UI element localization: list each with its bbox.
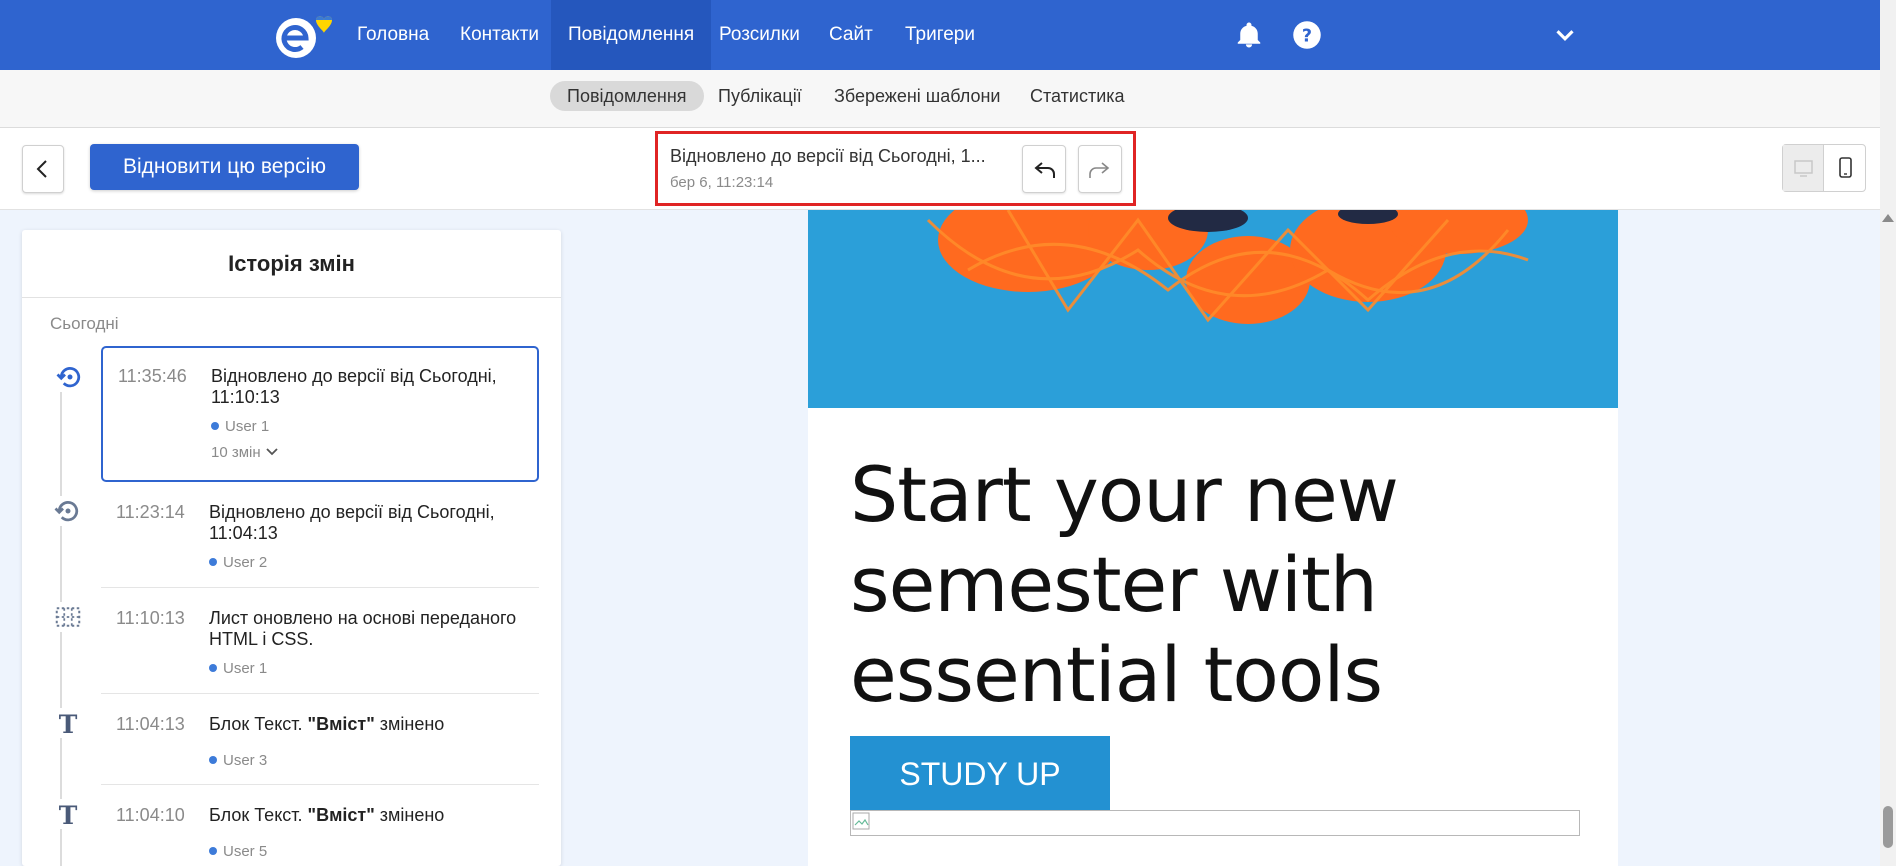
nav-item-contacts[interactable]: Контакти <box>443 0 556 70</box>
undo-button[interactable] <box>1022 145 1066 193</box>
history-entry[interactable]: 11:35:46 Відновлено до версії від Сьогод… <box>55 346 539 482</box>
svg-text:T: T <box>59 710 78 738</box>
history-group-label: Сьогодні <box>50 314 119 333</box>
history-entry-time: 11:04:13 <box>116 714 185 734</box>
history-entry-text: Відновлено до версії від Сьогодні, 11:10… <box>211 366 497 407</box>
changes-toggle[interactable]: 10 змін <box>211 444 279 461</box>
mobile-view-icon[interactable] <box>1825 145 1866 191</box>
history-entry[interactable]: T 11:04:10 Блок Текст. "Вміст" змінено U… <box>53 785 539 866</box>
preview-scrollbar[interactable] <box>1880 210 1896 866</box>
device-toggle <box>1782 144 1866 192</box>
nav-item-messages[interactable]: Повідомлення <box>551 0 712 70</box>
version-title: Відновлено до версії від Сьогодні, 1... <box>670 146 986 166</box>
scroll-thumb[interactable] <box>1883 806 1893 848</box>
history-title: Історія змін <box>22 230 561 298</box>
bell-icon[interactable] <box>1234 20 1264 50</box>
history-entry-user: User 1 <box>209 660 267 677</box>
history-entry-time: 11:35:46 <box>118 366 187 386</box>
back-button[interactable] <box>22 145 64 193</box>
nav-item-home[interactable]: Головна <box>340 0 446 70</box>
subnav-item-statistics[interactable]: Статистика <box>1013 81 1142 111</box>
history-entry-text: Блок Текст. "Вміст" змінено <box>209 714 445 734</box>
nav-item-triggers[interactable]: Тригери <box>888 0 992 70</box>
history-entry-user: User 2 <box>209 554 267 571</box>
desktop-view-icon[interactable] <box>1783 145 1824 191</box>
subnav-item-publications[interactable]: Публікації <box>701 81 819 111</box>
email-preview: Start your new semester with essential t… <box>808 210 1618 866</box>
sub-nav: Повідомлення Публікації Збережені шаблон… <box>0 70 1896 128</box>
subnav-item-messages[interactable]: Повідомлення <box>550 81 704 111</box>
redo-button[interactable] <box>1078 145 1122 193</box>
scroll-up-arrow-icon[interactable] <box>1882 214 1894 222</box>
subnav-item-saved-templates[interactable]: Збережені шаблони <box>817 81 1017 111</box>
history-entry-time: 11:23:14 <box>116 502 185 522</box>
svg-text:T: T <box>59 801 78 829</box>
history-entry[interactable]: T 11:04:13 Блок Текст. "Вміст" змінено U… <box>53 694 539 785</box>
history-panel: Історія змін Сьогодні 11:35:46 Відновлен… <box>22 230 561 866</box>
restore-icon <box>53 496 83 526</box>
history-entry-user: User 3 <box>209 752 267 769</box>
nav-item-campaigns[interactable]: Розсилки <box>702 0 817 70</box>
version-date: бер 6, 11:23:14 <box>670 174 774 191</box>
chevron-down-icon[interactable] <box>1550 20 1580 50</box>
text-icon: T <box>53 708 83 739</box>
html-grid-icon <box>53 602 83 632</box>
history-entry-time: 11:04:10 <box>116 805 185 825</box>
help-icon[interactable]: ? <box>1292 20 1322 50</box>
history-entry-text: Лист оновлено на основі переданого HTML … <box>209 608 517 649</box>
history-entry-text: Блок Текст. "Вміст" змінено <box>209 805 445 825</box>
chevron-down-icon <box>266 448 278 456</box>
restore-version-button[interactable]: Відновити цю версію <box>90 144 359 190</box>
broken-image[interactable] <box>850 810 1580 836</box>
text-icon: T <box>53 799 83 830</box>
logo[interactable] <box>272 12 338 60</box>
top-nav: Головна Контакти Повідомлення Розсилки С… <box>0 0 1896 70</box>
restore-icon <box>55 362 85 392</box>
history-entry-text: Відновлено до версії від Сьогодні, 11:04… <box>209 502 495 543</box>
svg-text:?: ? <box>1302 26 1312 46</box>
version-info-highlight: Відновлено до версії від Сьогодні, 1... … <box>655 131 1136 206</box>
nav-item-site[interactable]: Сайт <box>812 0 890 70</box>
hero-image <box>808 210 1618 408</box>
history-entry-user: User 5 <box>209 843 267 860</box>
history-entry[interactable]: 11:10:13 Лист оновлено на основі передан… <box>53 588 539 694</box>
history-entry[interactable]: 11:23:14 Відновлено до версії від Сьогод… <box>53 482 539 588</box>
email-headline[interactable]: Start your new semester with essential t… <box>850 450 1550 720</box>
history-entry-time: 11:10:13 <box>116 608 185 628</box>
page-scrollbar[interactable] <box>1880 0 1896 210</box>
editor-toolbar: Відновити цю версію Відновлено до версії… <box>0 128 1880 210</box>
history-entry-user: User 1 <box>211 418 269 435</box>
study-up-button[interactable]: STUDY UP <box>850 736 1110 812</box>
